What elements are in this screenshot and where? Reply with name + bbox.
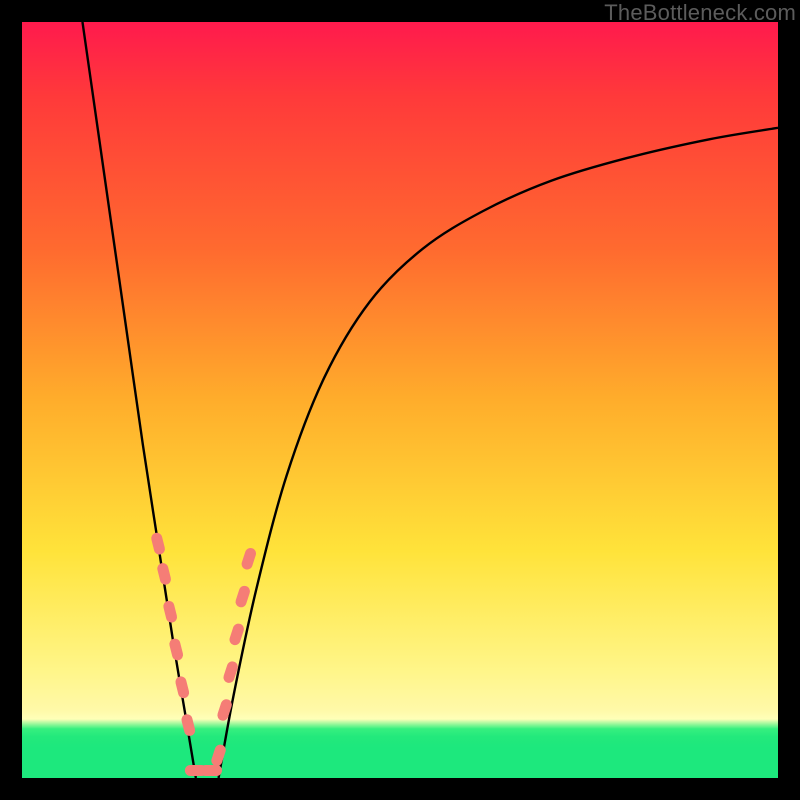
marker-point [234,584,251,608]
chart-frame [22,22,778,778]
marker-point [180,713,196,737]
watermark-text: TheBottleneck.com [604,0,796,26]
marker-point [200,765,222,776]
marker-point [162,600,178,624]
curve-right-curve [219,128,778,778]
marker-point [174,675,190,699]
chart-svg [22,22,778,778]
marker-point [228,622,245,646]
marker-point [156,562,172,586]
curve-layer [82,22,778,778]
marker-point [210,743,227,767]
marker-point [168,637,184,661]
curve-left-curve [82,22,195,778]
marker-point [150,532,166,556]
marker-point [240,547,257,571]
